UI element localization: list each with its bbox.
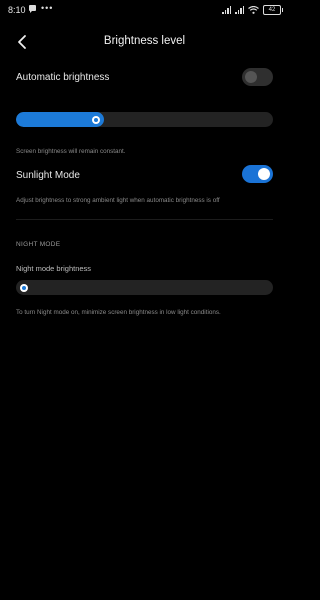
status-time: 8:10 [8,5,26,15]
night-mode-slider-thumb[interactable] [19,283,28,292]
brightness-slider-fill [16,112,104,127]
toggle-knob [245,71,257,83]
brightness-slider-thumb[interactable] [92,115,101,124]
header: Brightness level [0,28,289,56]
page-title: Brightness level [103,35,186,47]
night-mode-hint: To turn Night mode on, minimize screen b… [16,309,221,316]
sunlight-mode-hint: Adjust brightness to strong ambient ligh… [16,197,220,204]
more-dots-icon: ••• [41,3,54,13]
night-mode-brightness-label: Night mode brightness [16,264,92,273]
automatic-brightness-toggle[interactable] [242,68,273,86]
night-mode-brightness-slider[interactable] [16,280,273,295]
toggle-knob [258,168,270,180]
night-mode-section-title: NIGHT MODE [16,241,61,248]
status-bar: 8:10 ••• 42 [0,0,289,22]
automatic-brightness-label: Automatic brightness [16,72,110,83]
signal-icon [222,6,231,14]
brightness-slider[interactable] [16,112,273,127]
sunlight-mode-label: Sunlight Mode [16,170,80,181]
divider [16,219,273,220]
sunlight-mode-toggle[interactable] [242,165,273,183]
battery-icon: 42 [263,5,283,15]
signal-icon [235,6,244,14]
chat-icon [29,5,36,13]
brightness-hint: Screen brightness will remain constant. [16,148,126,155]
wifi-icon [248,6,259,14]
